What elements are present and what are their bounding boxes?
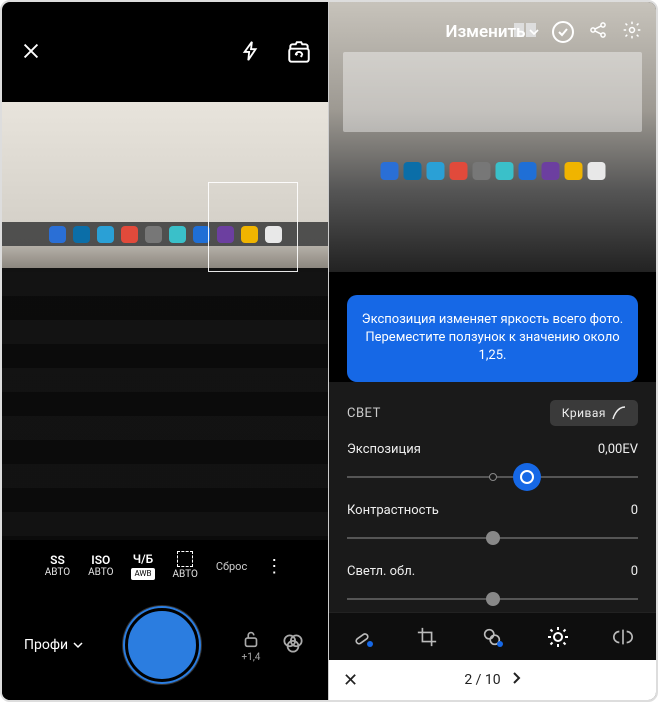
pager-text: 2 / 10 (464, 672, 500, 688)
slider-label: Светл. обл. (347, 564, 415, 579)
param-crop[interactable]: АВТО (173, 551, 198, 581)
pager-next-icon[interactable] (511, 671, 521, 689)
shutter-button[interactable] (125, 608, 199, 682)
slider-track[interactable] (347, 467, 638, 487)
section-title: СВЕТ (347, 406, 381, 421)
curve-label: Кривая (562, 406, 606, 420)
editor-screen: Изменить Экспозиция изменя (329, 2, 656, 700)
viewfinder-keyboard (2, 272, 328, 540)
reset-button[interactable]: Сброс (216, 560, 247, 573)
dock-app-icon (121, 226, 138, 243)
slider-midpoint (489, 473, 497, 481)
slider-label: Экспозиция (347, 442, 421, 457)
dock-app-icon (564, 162, 582, 180)
dock-app-icon (587, 162, 605, 180)
awb-badge: AWB (131, 568, 154, 580)
focus-rectangle[interactable] (208, 182, 298, 272)
param-crop-value: АВТО (173, 569, 198, 581)
tool-light[interactable] (540, 619, 576, 655)
slider-exposure[interactable]: Экспозиция 0,00EV (329, 430, 656, 491)
slider-thumb[interactable] (486, 531, 500, 545)
slider-value: 0 (631, 503, 638, 518)
mode-selector[interactable]: Профи (24, 637, 83, 653)
tutorial-footer: ✕ 2 / 10 (329, 660, 656, 700)
param-iso-value: АВТО (88, 567, 113, 579)
lock-open-icon (240, 628, 262, 650)
dock-app-icon (541, 162, 559, 180)
slider-value: 0 (631, 564, 638, 579)
slider-label: Контрастность (347, 503, 439, 518)
slider-contrast[interactable]: Контрастность 0 (329, 491, 656, 552)
dock-app-icon (426, 162, 444, 180)
share-icon[interactable] (588, 20, 608, 44)
ev-value: +1,4 (242, 652, 261, 663)
flash-icon[interactable] (240, 40, 264, 64)
hint-line1: Экспозиция изменяет яркость всего фото. (361, 311, 624, 329)
chevron-down-icon (73, 640, 83, 650)
dock-app-icon (73, 226, 90, 243)
settings-icon[interactable] (622, 20, 642, 44)
slider-highlights[interactable]: Светл. обл. 0 (329, 552, 656, 613)
param-iso[interactable]: ISO АВТО (88, 553, 113, 579)
confirm-icon[interactable] (552, 21, 574, 43)
filters-icon[interactable] (280, 630, 306, 660)
param-iso-label: ISO (88, 553, 113, 567)
photo-dock (380, 162, 605, 180)
dock-app-icon (449, 162, 467, 180)
hint-line2: Переместите ползунок к значению около 1,… (361, 329, 624, 365)
param-ss-value: АВТО (45, 567, 70, 579)
camera-bottombar: Профи +1,4 (2, 590, 328, 700)
editor-title-button[interactable]: Изменить (446, 22, 540, 42)
tutorial-hint: Экспозиция изменяет яркость всего фото. … (347, 295, 638, 382)
tutorial-close-icon[interactable]: ✕ (343, 670, 358, 691)
editor-controls: СВЕТ Кривая Экспозиция 0,00EV (329, 382, 656, 660)
crop-icon (177, 551, 193, 567)
camera-viewfinder[interactable] (2, 102, 328, 540)
camera-screen: SS АВТО ISO АВТО Ч/Б AWB АВТО Сброс ⋮ Пр… (2, 2, 329, 700)
param-shutter-speed[interactable]: SS АВТО (45, 553, 70, 579)
slider-thumb[interactable] (486, 592, 500, 606)
curve-button[interactable]: Кривая (550, 400, 638, 426)
dock-app-icon (472, 162, 490, 180)
chevron-down-icon (529, 27, 539, 37)
tool-heal[interactable] (344, 619, 380, 655)
photo-screen-reflection (343, 52, 642, 132)
dock-app-icon (49, 226, 66, 243)
param-bw-label: Ч/Б (131, 552, 154, 566)
dock-app-icon (518, 162, 536, 180)
tool-presets[interactable] (474, 619, 510, 655)
dock-app-icon (97, 226, 114, 243)
dock-app-icon (403, 162, 421, 180)
dock-app-icon (193, 226, 210, 243)
camera-topbar (2, 2, 328, 102)
camera-params-row: SS АВТО ISO АВТО Ч/Б AWB АВТО Сброс ⋮ (2, 542, 328, 590)
tool-color[interactable] (605, 619, 641, 655)
slider-track[interactable] (347, 528, 638, 548)
editor-photo-preview[interactable]: Изменить (329, 2, 656, 272)
curve-icon (612, 406, 626, 420)
editor-topbar: Изменить (329, 14, 656, 50)
editor-toolstrip (329, 612, 656, 660)
switch-camera-icon[interactable] (286, 40, 310, 64)
dock-app-icon (145, 226, 162, 243)
close-icon[interactable] (20, 40, 44, 64)
editor-title-label: Изменить (446, 22, 526, 42)
dock-app-icon (169, 226, 186, 243)
param-ss-label: SS (45, 553, 70, 567)
more-icon[interactable]: ⋮ (265, 556, 285, 577)
slider-value: 0,00EV (598, 442, 638, 457)
slider-thumb-active[interactable] (513, 463, 541, 491)
param-white-balance[interactable]: Ч/Б AWB (131, 552, 154, 580)
ev-comp-button[interactable]: +1,4 (240, 628, 262, 663)
mode-label: Профи (24, 637, 68, 653)
tool-crop[interactable] (409, 619, 445, 655)
tool-badge-dot (367, 641, 373, 647)
dock-app-icon (380, 162, 398, 180)
dock-app-icon (495, 162, 513, 180)
slider-track[interactable] (347, 589, 638, 609)
